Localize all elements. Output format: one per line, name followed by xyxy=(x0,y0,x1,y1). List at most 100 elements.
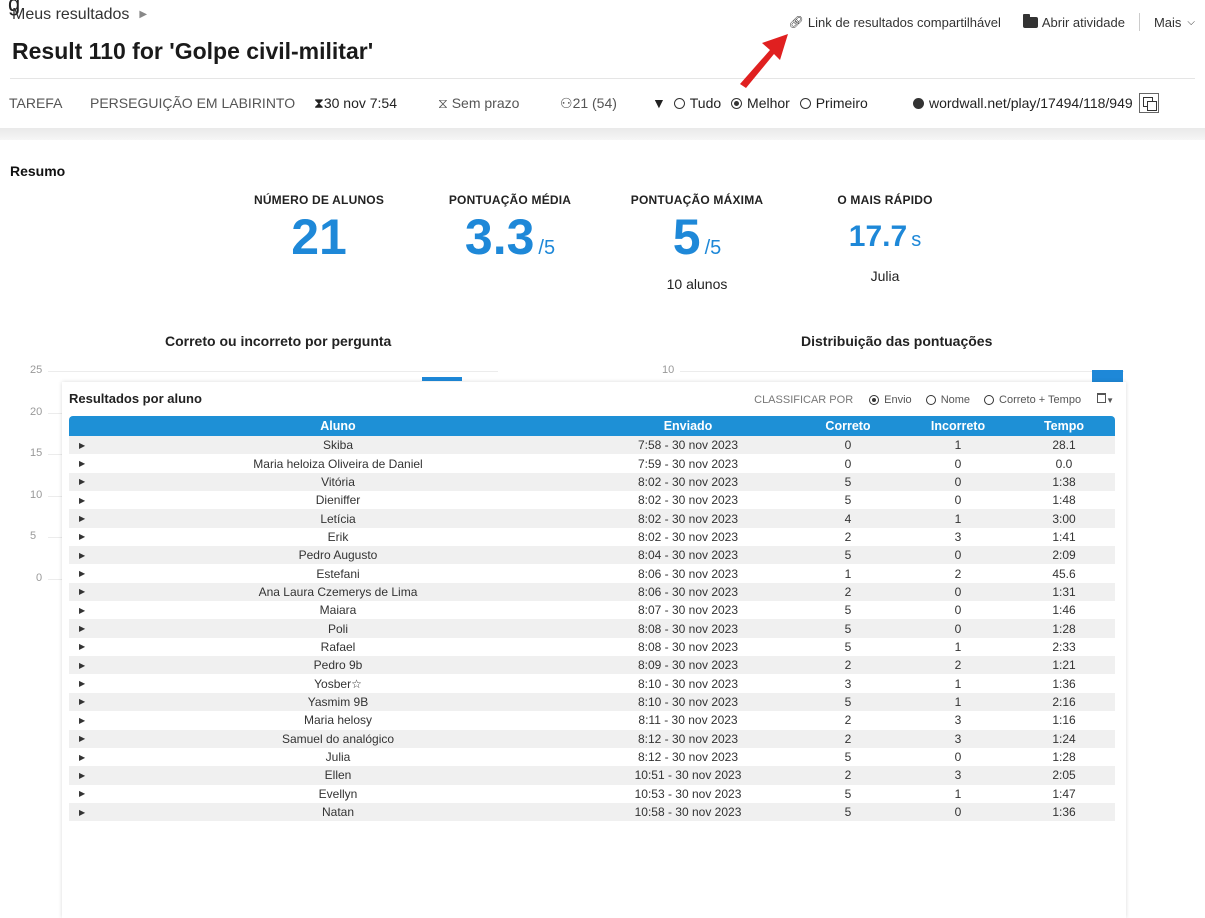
breadcrumb-label[interactable]: Meus resultados xyxy=(12,6,129,23)
more-menu-button[interactable]: Mais ⌵ xyxy=(1154,15,1195,30)
correct-cell: 2 xyxy=(793,729,903,748)
table-row[interactable]: ▶ Maria heloiza Oliveira de Daniel 7:59 - … xyxy=(69,454,1115,473)
incorrect-cell: 1 xyxy=(903,674,1013,693)
share-url-text[interactable]: wordwall.net/play/17494/118/949 xyxy=(929,95,1133,111)
column-header-correct[interactable]: Correto xyxy=(793,416,903,436)
table-header-row: Aluno Enviado Correto Incorreto Tempo xyxy=(69,416,1115,436)
table-row[interactable]: ▶ Estefani 8:06 - 30 nov 2023 1 2 45.6 xyxy=(69,564,1115,583)
incorrect-cell: 0 xyxy=(903,582,1013,602)
chevron-down-icon: ⌵ xyxy=(1187,16,1195,28)
y-tick-label: 10 xyxy=(662,364,675,376)
incorrect-cell: 0 xyxy=(903,491,1013,510)
student-name-cell: Samuel do analógico xyxy=(93,729,583,748)
link-icon: 🔗︎ xyxy=(788,15,804,29)
correct-cell: 3 xyxy=(793,674,903,693)
table-row[interactable]: ▶ Pedro Augusto 8:04 - 30 nov 2023 5 0 2:09 xyxy=(69,546,1115,565)
incorrect-cell: 0 xyxy=(903,601,1013,620)
sort-option-name[interactable]: Nome xyxy=(925,394,970,406)
hourglass-full-icon: ⧗ xyxy=(314,95,324,111)
expand-row-icon[interactable]: ▶ xyxy=(69,454,93,473)
submitted-cell: 8:08 - 30 nov 2023 xyxy=(583,619,793,638)
filter-option-best[interactable]: Melhor xyxy=(731,95,790,111)
column-header-submitted[interactable]: Enviado xyxy=(583,416,793,436)
gridline xyxy=(680,371,1124,372)
table-row[interactable]: ▶ Poli 8:08 - 30 nov 2023 5 0 1:28 xyxy=(69,619,1115,638)
share-url[interactable]: wordwall.net/play/17494/118/949 xyxy=(913,93,1159,113)
expand-row-icon[interactable]: ▶ xyxy=(69,711,93,730)
participants: ⚇21 (54) xyxy=(560,95,617,112)
open-activity-button[interactable]: Abrir atividade xyxy=(1022,13,1125,30)
time-cell: 1:46 xyxy=(1013,601,1115,620)
expand-row-icon[interactable]: ▶ xyxy=(69,546,93,565)
expand-row-icon[interactable]: ▶ xyxy=(69,564,93,583)
expand-row-icon[interactable]: ▶ xyxy=(69,656,93,675)
expand-row-icon[interactable]: ▶ xyxy=(69,637,93,657)
chart-bar xyxy=(422,377,462,381)
table-row[interactable]: ▶ Erik 8:02 - 30 nov 2023 2 3 1:41 xyxy=(69,527,1115,547)
correct-cell: 2 xyxy=(793,656,903,675)
sort-option-correct-time[interactable]: Correto + Tempo xyxy=(984,394,1081,406)
table-row[interactable]: ▶ Letícia 8:02 - 30 nov 2023 4 1 3:00 xyxy=(69,509,1115,528)
correct-cell: 1 xyxy=(793,564,903,583)
submitted-cell: 7:58 - 30 nov 2023 xyxy=(583,436,793,455)
submitted-cell: 8:07 - 30 nov 2023 xyxy=(583,601,793,620)
filter-option-first[interactable]: Primeiro xyxy=(799,95,868,111)
incorrect-cell: 0 xyxy=(903,747,1013,767)
incorrect-cell: 3 xyxy=(903,729,1013,748)
table-row[interactable]: ▶ Samuel do analógico 8:12 - 30 nov 2023 2 3… xyxy=(69,729,1115,748)
stat-value: 5/5 xyxy=(626,209,768,276)
student-name-cell: Maria helosy xyxy=(93,711,583,730)
time-cell: 2:09 xyxy=(1013,546,1115,565)
expand-row-icon[interactable]: ▶ xyxy=(69,692,93,712)
table-row[interactable]: ▶ Skiba 7:58 - 30 nov 2023 0 1 28.1 xyxy=(69,436,1115,455)
expand-row-icon[interactable]: ▶ xyxy=(69,674,93,693)
table-row[interactable]: ▶ Rafael 8:08 - 30 nov 2023 5 1 2:33 xyxy=(69,637,1115,657)
table-row[interactable]: ▶ Vitória 8:02 - 30 nov 2023 5 0 1:38 xyxy=(69,472,1115,492)
submitted-cell: 10:58 - 30 nov 2023 xyxy=(583,802,793,822)
section-separator xyxy=(0,128,1205,140)
delete-menu-button[interactable]: ▼ xyxy=(1095,393,1114,406)
expand-row-icon[interactable]: ▶ xyxy=(69,582,93,602)
table-row[interactable]: ▶ Maria helosy 8:11 - 30 nov 2023 2 3 1:16 xyxy=(69,711,1115,730)
incorrect-cell: 1 xyxy=(903,436,1013,455)
stat-average: PONTUAÇÃO MÉDIA 3.3/5 xyxy=(440,193,580,276)
stat-label: NÚMERO DE ALUNOS xyxy=(253,193,385,207)
expand-row-icon[interactable]: ▶ xyxy=(69,802,93,822)
column-header-time[interactable]: Tempo xyxy=(1013,416,1115,436)
stat-value: 21 xyxy=(248,209,390,265)
table-row[interactable]: ▶ Evellyn 10:53 - 30 nov 2023 5 1 1:47 xyxy=(69,784,1115,803)
expand-row-icon[interactable]: ▶ xyxy=(69,472,93,492)
expand-row-icon[interactable]: ▶ xyxy=(69,747,93,767)
breadcrumb[interactable]: Meus resultados ▶ xyxy=(12,6,147,24)
expand-row-icon[interactable]: ▶ xyxy=(69,619,93,638)
copy-icon[interactable] xyxy=(1138,93,1159,113)
table-row[interactable]: ▶ Ellen 10:51 - 30 nov 2023 2 3 2:05 xyxy=(69,766,1115,785)
filter-option-all[interactable]: Tudo xyxy=(673,95,721,111)
expand-row-icon[interactable]: ▶ xyxy=(69,509,93,528)
share-link-button[interactable]: 🔗︎ Link de resultados compartilhável xyxy=(789,15,1001,30)
table-row[interactable]: ▶ Yosber☆ 8:10 - 30 nov 2023 3 1 1:36 xyxy=(69,674,1115,693)
sort-option-submission[interactable]: Envio xyxy=(869,394,912,406)
expand-row-icon[interactable]: ▶ xyxy=(69,491,93,510)
submitted-cell: 8:12 - 30 nov 2023 xyxy=(583,729,793,748)
table-row[interactable]: ▶ Ana Laura Czemerys de Lima 8:06 - 30 nov… xyxy=(69,582,1115,602)
table-row[interactable]: ▶ Natan 10:58 - 30 nov 2023 5 0 1:36 xyxy=(69,802,1115,822)
expand-row-icon[interactable]: ▶ xyxy=(69,601,93,620)
expand-row-icon[interactable]: ▶ xyxy=(69,436,93,455)
table-row[interactable]: ▶ Pedro 9b 8:09 - 30 nov 2023 2 2 1:21 xyxy=(69,656,1115,675)
incorrect-cell: 2 xyxy=(903,656,1013,675)
incorrect-cell: 3 xyxy=(903,527,1013,547)
expand-row-icon[interactable]: ▶ xyxy=(69,784,93,803)
submitted-cell: 8:12 - 30 nov 2023 xyxy=(583,747,793,767)
table-row[interactable]: ▶ Yasmim 9B 8:10 - 30 nov 2023 5 1 2:16 xyxy=(69,692,1115,712)
table-row[interactable]: ▶ Julia 8:12 - 30 nov 2023 5 0 1:28 xyxy=(69,747,1115,767)
column-header-student[interactable]: Aluno xyxy=(93,416,583,436)
table-row[interactable]: ▶ Dieniffer 8:02 - 30 nov 2023 5 0 1:48 xyxy=(69,491,1115,510)
expand-row-icon[interactable]: ▶ xyxy=(69,766,93,785)
column-header-incorrect[interactable]: Incorreto xyxy=(903,416,1013,436)
expand-row-icon[interactable]: ▶ xyxy=(69,527,93,547)
table-row[interactable]: ▶ Maiara 8:07 - 30 nov 2023 5 0 1:46 xyxy=(69,601,1115,620)
results-per-student-panel: Resultados por aluno CLASSIFICAR POR Env… xyxy=(62,382,1126,918)
expand-row-icon[interactable]: ▶ xyxy=(69,729,93,748)
submitted-cell: 8:02 - 30 nov 2023 xyxy=(583,472,793,492)
